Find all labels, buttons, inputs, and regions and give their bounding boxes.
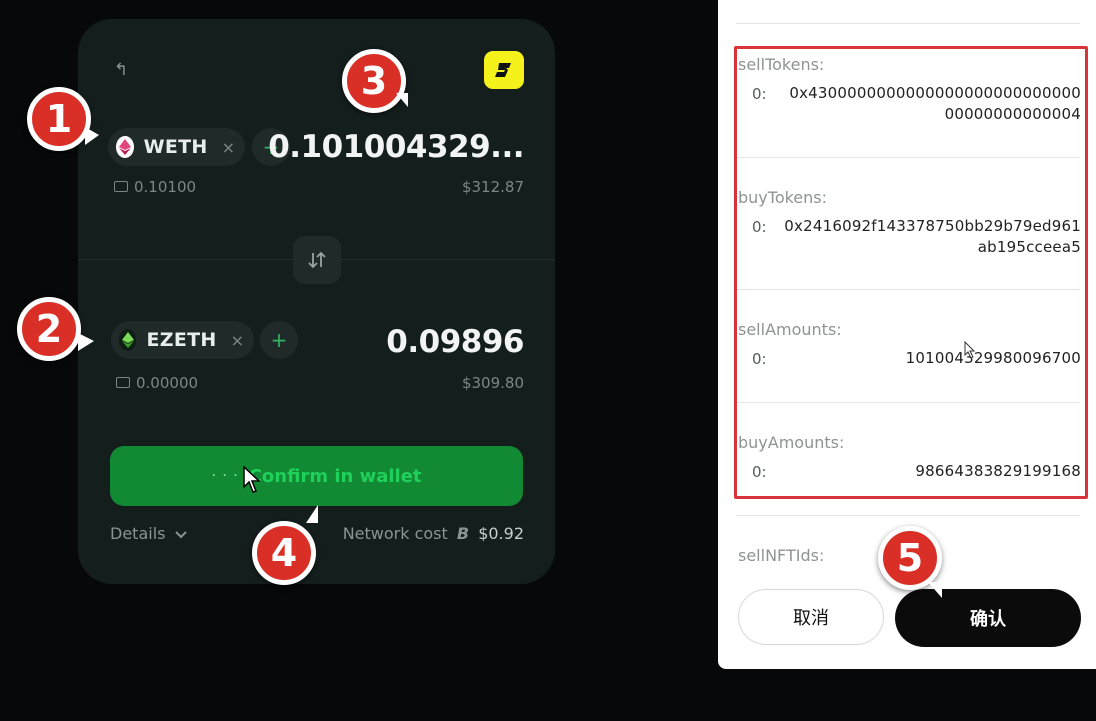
details-toggle[interactable]: Details <box>110 524 187 543</box>
swap-arrows-icon <box>308 251 326 269</box>
confirm-in-wallet-button[interactable]: · · · Confirm in wallet <box>110 446 523 506</box>
network-cost-label: Network cost <box>342 524 448 543</box>
mouse-cursor-icon <box>243 466 261 493</box>
swap-direction-button[interactable] <box>293 236 341 284</box>
brand-logo-icon <box>484 51 524 89</box>
field-label-sell-nft-ids: sellNFTIds: <box>738 546 825 565</box>
loading-dots: · · · <box>211 468 239 484</box>
confirm-button-label: Confirm in wallet <box>248 465 422 487</box>
step-marker-3-pointer <box>396 93 408 107</box>
highlight-box <box>734 46 1088 499</box>
weth-icon <box>116 136 134 158</box>
sell-usd-value: $312.87 <box>461 178 524 196</box>
buy-token-name: EZETH <box>146 329 217 351</box>
sell-amount-input[interactable]: 0.101004329... <box>268 129 524 165</box>
buy-token-selector[interactable]: EZETH × <box>111 321 254 359</box>
step-marker-4-pointer <box>306 505 318 523</box>
sell-token-name: WETH <box>143 136 208 158</box>
buy-amount-output: 0.09896 <box>386 324 524 360</box>
ezeth-icon <box>119 329 137 351</box>
swap-card: ↰ WETH × + 0.101004329... 0.10100 $312.8… <box>78 19 555 584</box>
step-marker-1: 1 <box>27 87 91 151</box>
back-arrow-icon[interactable]: ↰ <box>114 62 132 79</box>
remove-buy-token-button[interactable]: × <box>231 331 244 350</box>
chevron-down-icon <box>174 531 187 539</box>
network-cost-value: $0.92 <box>478 524 524 543</box>
panel-separator <box>736 23 1080 24</box>
remove-sell-token-button[interactable]: × <box>222 138 235 157</box>
sell-token-selector[interactable]: WETH × <box>108 128 245 166</box>
buy-balance: 0.00000 <box>116 374 198 392</box>
sell-balance: 0.10100 <box>114 178 196 196</box>
wallet-icon <box>116 377 130 388</box>
panel-separator <box>736 515 1080 516</box>
step-marker-2: 2 <box>17 297 81 361</box>
step-marker-5: 5 <box>878 526 942 590</box>
network-cost: Network cost B $0.92 <box>343 524 524 543</box>
confirm-button[interactable]: 确认 <box>895 589 1081 647</box>
wallet-icon <box>114 181 128 192</box>
step-marker-5-pointer <box>928 582 942 598</box>
step-marker-4: 4 <box>252 521 316 585</box>
add-buy-token-button[interactable]: + <box>260 321 298 359</box>
details-label: Details <box>110 524 166 543</box>
step-marker-2-pointer <box>78 333 94 351</box>
gas-brand-icon: B <box>456 524 470 543</box>
cancel-button[interactable]: 取消 <box>738 589 884 645</box>
buy-usd-value: $309.80 <box>461 374 524 392</box>
step-marker-1-pointer <box>85 127 99 145</box>
